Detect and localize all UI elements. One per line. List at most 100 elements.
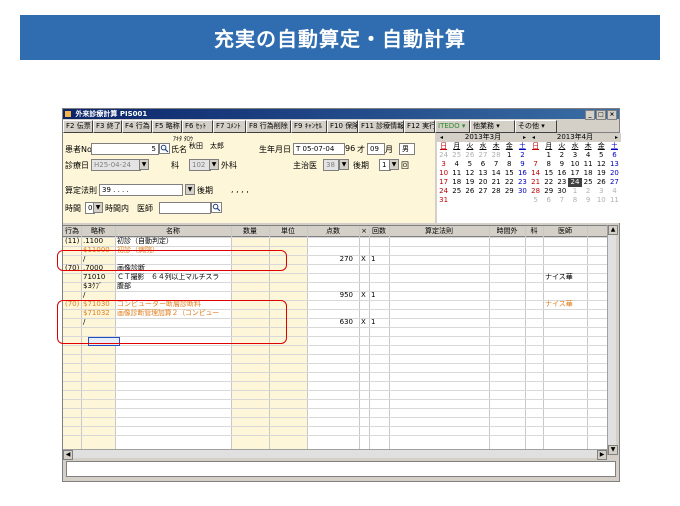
calendar-day[interactable]: 19	[595, 169, 608, 178]
calendar-day[interactable]: 14	[529, 169, 542, 178]
calendar-day[interactable]: 26	[463, 187, 476, 196]
calendar-day[interactable]: 17	[437, 178, 450, 187]
calendar-day[interactable]: 30	[555, 187, 568, 196]
column-header-x[interactable]: ×	[359, 226, 369, 236]
calendar-day[interactable]: 22	[542, 178, 555, 187]
calendar-prev-arrow[interactable]: ◂	[532, 133, 535, 142]
calendar-day[interactable]: 24	[568, 178, 582, 187]
calendar-day[interactable]: 2	[582, 187, 595, 196]
santei-field[interactable]: 39 . . . .	[99, 184, 183, 196]
calendar-day[interactable]: 14	[490, 169, 503, 178]
calendar-day[interactable]: 24	[437, 187, 450, 196]
calendar-day[interactable]: 10	[437, 169, 450, 178]
calendar-day[interactable]: 16	[516, 169, 529, 178]
birth-field[interactable]: T 05-07-04	[293, 143, 345, 155]
calendar-day[interactable]: 10	[595, 196, 608, 205]
calendar-day[interactable]: 1	[568, 187, 581, 196]
calendar-day[interactable]: 8	[503, 160, 516, 169]
visit-date-dropdown[interactable]: ▼	[139, 159, 149, 170]
month-field[interactable]: 09	[367, 143, 385, 155]
calendar-day[interactable]: 16	[555, 169, 568, 178]
calendar-day[interactable]: 29	[542, 187, 555, 196]
calendar-day[interactable]: 25	[582, 178, 595, 187]
calendar-day[interactable]	[450, 196, 463, 205]
calendar-day[interactable]: 20	[476, 178, 489, 187]
calendar-day[interactable]: 18	[582, 169, 595, 178]
calendar-day[interactable]: 1	[503, 151, 516, 160]
scroll-left-arrow[interactable]: ◀	[63, 450, 73, 460]
calendar-day[interactable]	[503, 196, 516, 205]
column-header-qty[interactable]: 数量	[231, 226, 269, 236]
doctor-field[interactable]	[159, 202, 211, 214]
calendar-day[interactable]: 28	[490, 151, 503, 160]
search-icon[interactable]	[159, 143, 170, 154]
calendar-day[interactable]: 2	[516, 151, 529, 160]
count-dropdown[interactable]: ▼	[389, 159, 399, 170]
calendar-day[interactable]: 9	[555, 160, 568, 169]
column-header-santei[interactable]: 算定法則	[389, 226, 489, 236]
calendar-day[interactable]	[476, 196, 489, 205]
column-header-overtime[interactable]: 時間外	[489, 226, 525, 236]
fkey-button-3[interactable]: F5 略称	[152, 120, 182, 133]
calendar-day[interactable]: 6	[476, 160, 489, 169]
calendar-day[interactable]: 8	[542, 160, 555, 169]
rule-code-field[interactable]: 38	[323, 159, 339, 171]
column-header-act[interactable]: 行為	[63, 226, 81, 236]
fkey-button-10[interactable]: F12 実行	[404, 120, 435, 133]
fkey-button-5[interactable]: F7 ｺﾒﾝﾄ	[213, 120, 246, 133]
calendar-day[interactable]: 28	[529, 187, 542, 196]
calendar-day[interactable]: 10	[568, 160, 581, 169]
visit-date-field[interactable]: H25-04-24	[91, 159, 141, 171]
calendar-day[interactable]: 24	[437, 151, 450, 160]
calendar-day[interactable]: 6	[542, 196, 555, 205]
calendar-day[interactable]: 22	[503, 178, 516, 187]
scroll-up-arrow[interactable]: ▲	[608, 225, 618, 235]
calendar-day[interactable]: 25	[450, 187, 463, 196]
calendar-day[interactable]: 27	[476, 151, 489, 160]
calendar-day[interactable]: 26	[595, 178, 608, 187]
fkey-button-13[interactable]: その他 ▾	[515, 120, 557, 133]
calendar-next-arrow[interactable]: ▸	[615, 133, 618, 142]
vertical-scrollbar[interactable]: ▲ ▼	[607, 225, 618, 455]
calendar-day[interactable]: 13	[476, 169, 489, 178]
dept-dropdown[interactable]: ▼	[209, 159, 219, 170]
calendar-day[interactable]: 11	[450, 169, 463, 178]
close-button[interactable]: ×	[607, 110, 617, 120]
calendar-day[interactable]: 27	[476, 187, 489, 196]
calendar-day[interactable]: 7	[490, 160, 503, 169]
calendar-day[interactable]: 3	[595, 187, 608, 196]
calendar-day[interactable]: 19	[463, 178, 476, 187]
calendar-day[interactable]: 5	[463, 160, 476, 169]
calendar-day[interactable]: 15	[503, 169, 516, 178]
calendar-day[interactable]	[529, 151, 542, 160]
fkey-button-6[interactable]: F8 行為削除	[246, 120, 291, 133]
calendar-day[interactable]: 21	[529, 178, 542, 187]
column-header-doctor[interactable]: 医師	[543, 226, 587, 236]
fkey-button-8[interactable]: F10 保険	[327, 120, 358, 133]
calendar-day[interactable]: 13	[608, 160, 621, 169]
calendar-day[interactable]: 23	[516, 178, 529, 187]
calendar-day[interactable]: 25	[450, 151, 463, 160]
calendar-day[interactable]: 2	[555, 151, 568, 160]
calendar-day[interactable]: 23	[555, 178, 568, 187]
calendar-day[interactable]: 21	[490, 178, 503, 187]
calendar-day[interactable]: 11	[582, 160, 595, 169]
calendar-day[interactable]	[463, 196, 476, 205]
calendar-day[interactable]: 30	[516, 187, 529, 196]
calendar-day[interactable]: 18	[450, 178, 463, 187]
scroll-right-arrow[interactable]: ▶	[597, 450, 607, 460]
calendar-day[interactable]: 26	[463, 151, 476, 160]
maximize-button[interactable]: □	[596, 110, 606, 120]
calendar-day[interactable]: 20	[608, 169, 621, 178]
santei-dropdown[interactable]: ▼	[185, 184, 195, 195]
fkey-button-12[interactable]: 他業務 ▾	[470, 120, 515, 133]
calendar-day[interactable]: 5	[529, 196, 542, 205]
column-header-name[interactable]: 名称	[115, 226, 231, 236]
column-header-unit[interactable]: 単位	[269, 226, 307, 236]
calendar-day[interactable]: 15	[542, 169, 555, 178]
calendar-next-arrow[interactable]: ▸	[523, 133, 526, 142]
minimize-button[interactable]: _	[585, 110, 595, 120]
calendar-day[interactable]: 6	[608, 151, 621, 160]
calendar-day[interactable]: 4	[450, 160, 463, 169]
fkey-button-2[interactable]: F4 行為	[122, 120, 152, 133]
